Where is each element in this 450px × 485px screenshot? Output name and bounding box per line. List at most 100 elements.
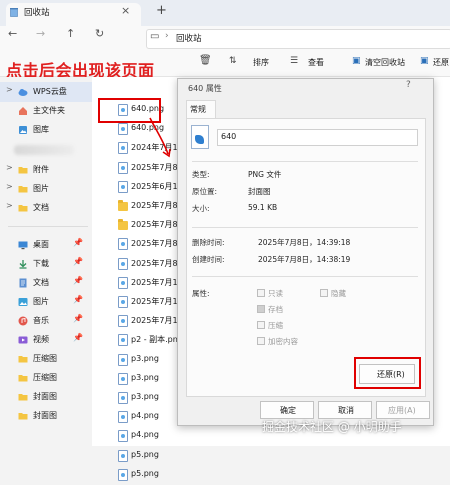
pin-icon: 📌 — [73, 314, 83, 323]
sidebar-item-home[interactable]: 主文件夹 — [0, 101, 92, 121]
sidebar-item-downloads[interactable]: 下载 📌 — [0, 254, 92, 274]
filename-field — [217, 129, 418, 146]
expand-chevron-icon[interactable]: > — [6, 85, 13, 94]
sidebar-item-music[interactable]: 音乐 📌 — [0, 311, 92, 331]
sidebar-item-desktop[interactable]: 桌面 📌 — [0, 235, 92, 255]
sidebar-item-gallery[interactable]: 图库 — [0, 120, 92, 140]
sidebar-item-label: 下载 — [33, 259, 49, 268]
up-icon[interactable]: ↑ — [66, 27, 75, 40]
type-label: 类型: — [192, 170, 210, 179]
list-item[interactable]: p4.png — [118, 427, 188, 446]
folder-icon — [18, 205, 28, 212]
sidebar-item-pictures-folder[interactable]: > 图片 — [0, 179, 92, 199]
divider — [192, 227, 418, 228]
file-name: p3.png — [131, 392, 159, 401]
folder-icon — [18, 356, 28, 363]
file-name: p2 - 副本.png — [131, 335, 183, 345]
delete-icon[interactable]: 🗑 — [199, 55, 212, 66]
sidebar-item-label: 音乐 — [33, 316, 49, 325]
sidebar-item-compressed-2[interactable]: 压缩图 — [0, 368, 92, 388]
png-file-icon — [191, 125, 209, 149]
png-file-icon — [118, 334, 128, 347]
view-button[interactable]: ☰ 查看 — [290, 56, 330, 70]
sidebar-item-label: 压缩图 — [33, 354, 57, 363]
filename-value: 640 — [221, 132, 237, 141]
readonly-label: 只读 — [268, 289, 283, 298]
sidebar-item-label: 桌面 — [33, 240, 49, 249]
pin-icon: 📌 — [73, 333, 83, 342]
restore-label: 还原 — [433, 58, 449, 67]
sidebar-divider — [8, 226, 88, 227]
size-label: 大小: — [192, 204, 210, 213]
tab-general-label: 常规 — [190, 105, 206, 114]
expand-chevron-icon[interactable]: > — [6, 182, 13, 191]
expand-chevron-icon[interactable]: > — [6, 201, 13, 210]
png-file-icon — [118, 180, 128, 193]
view-icon: ☰ — [290, 56, 299, 66]
pin-icon: 📌 — [73, 257, 83, 266]
png-file-icon — [118, 449, 128, 462]
sidebar-item-label: 压缩图 — [33, 373, 57, 382]
png-file-icon — [118, 123, 128, 136]
sort-button[interactable]: ⇅ 排序 — [229, 56, 269, 70]
archive-checkbox[interactable] — [257, 305, 265, 313]
folder-icon — [118, 219, 128, 231]
refresh-icon[interactable]: ↻ — [95, 27, 104, 40]
hidden-checkbox[interactable] — [320, 289, 328, 297]
folder-icon — [18, 167, 28, 174]
folder-icon — [18, 413, 28, 420]
folder-icon — [18, 394, 28, 401]
video-icon — [18, 336, 28, 344]
file-name: p3.png — [131, 353, 159, 363]
divider — [192, 161, 418, 162]
monitor-icon: ▭ — [150, 31, 160, 42]
sidebar-item-cover-1[interactable]: 封面图 — [0, 387, 92, 407]
size-value: 59.1 KB — [248, 203, 278, 212]
png-file-icon — [118, 276, 128, 289]
pin-icon: 📌 — [73, 295, 83, 304]
folder-icon — [18, 375, 28, 382]
sidebar-item-attachments[interactable]: > 附件 — [0, 160, 92, 180]
readonly-checkbox[interactable] — [257, 289, 265, 297]
sidebar-item-label: 图片 — [33, 184, 49, 193]
help-icon[interactable]: ? — [406, 80, 411, 90]
folder-icon — [118, 200, 128, 211]
sidebar-item-cover-2[interactable]: 封面图 — [0, 406, 92, 426]
restore-toolbar-button[interactable]: ▣ 还原 — [420, 56, 450, 70]
file-name: p4.png — [131, 411, 159, 421]
png-file-icon — [118, 296, 128, 308]
view-label: 查看 — [308, 58, 324, 67]
sidebar-item-documents-folder[interactable]: > 文档 — [0, 198, 92, 218]
sidebar-item-label: 封面图 — [33, 392, 57, 401]
breadcrumb-separator-icon: › — [165, 31, 169, 41]
deleted-time-value: 2025年7月8日，14:39:18 — [258, 238, 351, 247]
encrypted-checkbox[interactable] — [257, 337, 265, 345]
new-tab-button[interactable]: + — [156, 3, 167, 18]
created-time-label: 创建时间: — [192, 255, 225, 264]
png-file-icon — [118, 392, 128, 404]
encrypted-label: 加密内容 — [268, 337, 298, 346]
sidebar-item-documents[interactable]: 文档 📌 — [0, 273, 92, 293]
sidebar-item-wps-cloud[interactable]: > WPS云盘 — [0, 82, 92, 102]
empty-bin-icon: ▣ — [352, 56, 361, 66]
sidebar-item-label: WPS云盘 — [33, 87, 67, 96]
sidebar-item-label: 图库 — [33, 125, 49, 134]
empty-recycle-bin-button[interactable]: ▣ 清空回收站 — [352, 56, 407, 70]
sidebar-item-pictures[interactable]: 图片 📌 — [0, 292, 92, 312]
arrow-annotation-icon — [149, 117, 171, 158]
list-item[interactable]: p5.png — [118, 466, 188, 485]
hidden-label: 隐藏 — [331, 289, 346, 298]
tab-label: 回收站 — [24, 8, 50, 18]
sidebar-item-videos[interactable]: 视频 📌 — [0, 330, 92, 350]
png-file-icon — [118, 411, 128, 424]
list-item[interactable]: p5.png — [118, 447, 188, 466]
back-icon[interactable]: ← — [8, 27, 17, 40]
compressed-checkbox[interactable] — [257, 321, 265, 329]
expand-chevron-icon[interactable]: > — [6, 163, 13, 172]
sidebar-item-compressed-1[interactable]: 压缩图 — [0, 349, 92, 369]
close-tab-icon[interactable]: × — [121, 4, 130, 17]
png-file-icon — [118, 353, 128, 366]
png-file-icon — [118, 430, 128, 443]
breadcrumb[interactable]: 回收站 — [176, 32, 202, 44]
forward-icon[interactable]: → — [36, 27, 45, 40]
